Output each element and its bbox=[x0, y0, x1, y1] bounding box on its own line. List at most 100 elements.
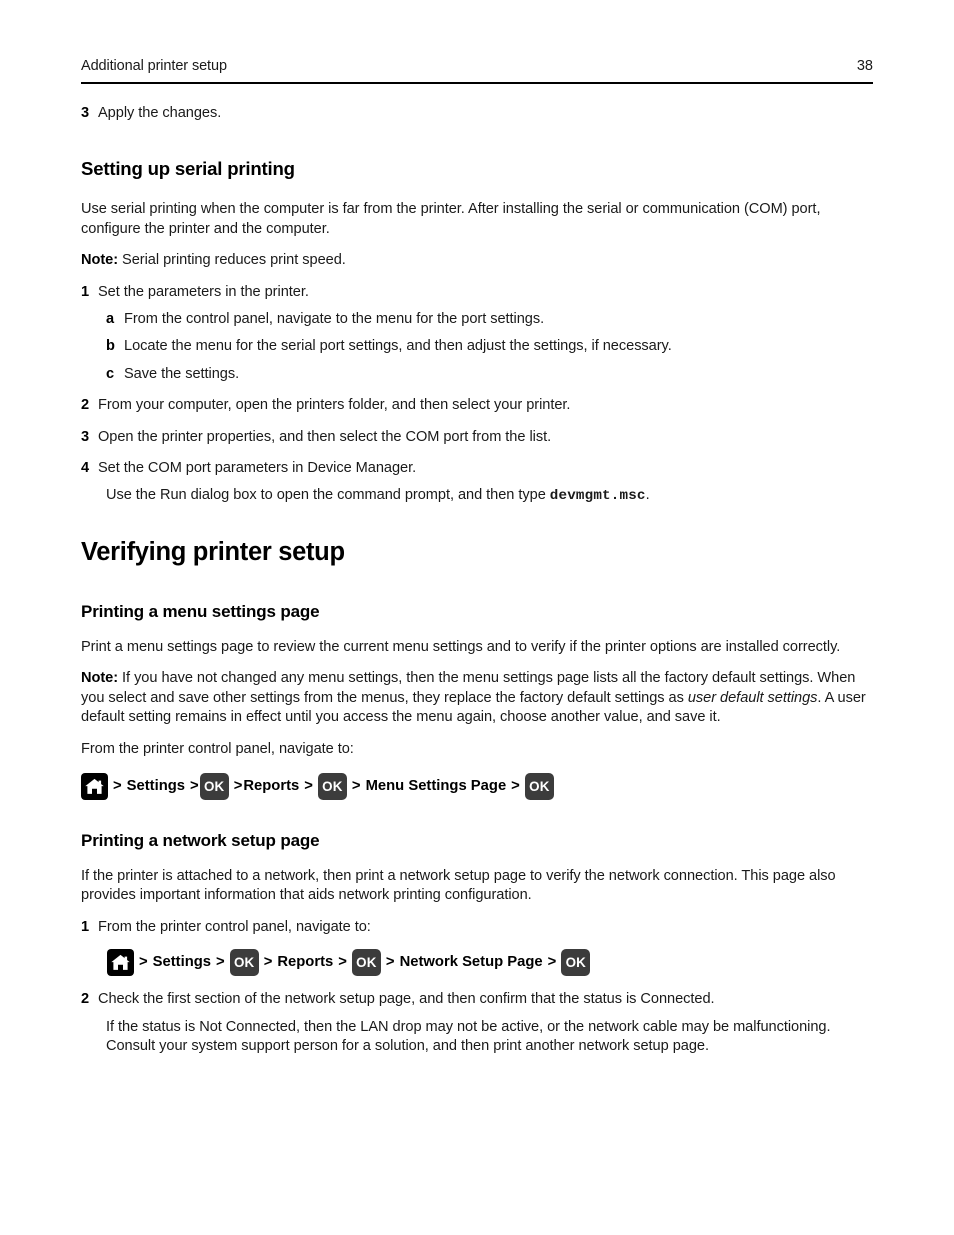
list-item-text: Apply the changes. bbox=[98, 105, 222, 121]
list-marker: 3 bbox=[81, 105, 90, 121]
list-marker: c bbox=[106, 365, 115, 382]
navigation-path-network-setup: > Settings > OK > Reports > OK > Network… bbox=[81, 949, 873, 977]
page-header: Additional printer setup 38 bbox=[81, 58, 873, 75]
home-icon[interactable] bbox=[81, 772, 108, 800]
ok-button[interactable]: OK bbox=[199, 772, 229, 800]
nav-separator: > bbox=[263, 954, 273, 971]
list-item-text: Check the first section of the network s… bbox=[98, 991, 715, 1008]
document-page: Additional printer setup 38 3 Apply the … bbox=[0, 0, 954, 1235]
ok-button[interactable]: OK bbox=[317, 772, 347, 800]
list-item: 3 Open the printer properties, and then … bbox=[81, 428, 873, 447]
nav-item-network-setup-page[interactable]: Network Setup Page bbox=[400, 955, 543, 970]
list-item-text: Save the settings. bbox=[124, 365, 240, 382]
nav-separator: > bbox=[233, 778, 243, 794]
run-dialog-period: . bbox=[645, 487, 650, 504]
ok-button[interactable]: OK bbox=[524, 772, 554, 800]
paragraph-run-dialog: Use the Run dialog box to open the comma… bbox=[81, 486, 873, 506]
ok-button[interactable]: OK bbox=[351, 949, 381, 977]
nav-separator: > bbox=[216, 954, 225, 971]
paragraph-network-setup-intro: If the printer is attached to a network,… bbox=[81, 867, 836, 904]
list-marker: 1 bbox=[81, 918, 90, 935]
list-marker: 1 bbox=[81, 283, 90, 300]
paragraph-serial-intro: Use serial printing when the computer is… bbox=[81, 201, 821, 237]
list-item: 4 Set the COM port parameters in Device … bbox=[81, 459, 873, 478]
list-marker: a bbox=[106, 311, 115, 328]
list-item: c Save the settings. bbox=[81, 365, 873, 384]
header-divider bbox=[81, 82, 873, 85]
nav-item-reports[interactable]: Reports bbox=[243, 779, 299, 794]
list-item: 2 From your computer, open the printers … bbox=[81, 396, 873, 415]
list-item-text: Locate the menu for the serial port sett… bbox=[124, 338, 672, 355]
paragraph-navigate-lead: From the printer control panel, navigate… bbox=[81, 740, 354, 757]
list-marker: b bbox=[106, 338, 115, 355]
note-text: Serial printing reduces print speed. bbox=[118, 252, 346, 269]
run-dialog-text: Use the Run dialog box to open the comma… bbox=[106, 487, 550, 504]
list-item: 2 Check the first section of the network… bbox=[81, 990, 873, 1009]
list-marker: 4 bbox=[81, 460, 90, 477]
note-label: Note: bbox=[81, 670, 119, 687]
header-page-number: 38 bbox=[856, 58, 873, 74]
nav-separator: > bbox=[304, 778, 313, 794]
section-heading-serial-printing: Setting up serial printing bbox=[81, 158, 295, 180]
page-content: 3 Apply the changes. Setting up serial p… bbox=[81, 104, 873, 1056]
header-section-title: Additional printer setup bbox=[81, 58, 227, 74]
list-marker: 2 bbox=[81, 991, 90, 1008]
ok-button[interactable]: OK bbox=[229, 949, 259, 977]
list-item: a From the control panel, navigate to th… bbox=[81, 310, 873, 329]
nav-separator: > bbox=[351, 778, 361, 794]
note-text-italic: user default settings bbox=[687, 689, 818, 706]
nav-separator: > bbox=[139, 954, 148, 971]
list-item: 1 From the printer control panel, naviga… bbox=[81, 918, 873, 937]
list-item-text: Open the printer properties, and then se… bbox=[98, 428, 552, 445]
section-heading-menu-settings-page: Printing a menu settings page bbox=[81, 601, 320, 621]
paragraph-serial-note: Note: Serial printing reduces print spee… bbox=[81, 251, 873, 270]
list-item-text: From the printer control panel, navigate… bbox=[98, 918, 371, 935]
list-item-text: Set the COM port parameters in Device Ma… bbox=[98, 460, 417, 477]
command-code: devmgmt.msc bbox=[549, 488, 646, 505]
list-item: b Locate the menu for the serial port se… bbox=[81, 337, 873, 356]
list-marker: 3 bbox=[81, 428, 90, 445]
nav-item-reports[interactable]: Reports bbox=[277, 955, 333, 970]
chapter-heading-verifying-printer-setup: Verifying printer setup bbox=[81, 537, 345, 566]
ok-button[interactable]: OK bbox=[561, 949, 591, 977]
paragraph-not-connected: If the status is Not Connected, then the… bbox=[106, 1018, 831, 1054]
navigation-path-menu-settings: > Settings > OK > Reports > OK > Menu Se… bbox=[81, 772, 873, 800]
nav-separator: > bbox=[547, 954, 557, 971]
nav-separator: > bbox=[511, 778, 520, 794]
nav-separator: > bbox=[385, 954, 395, 971]
note-label: Note: bbox=[81, 252, 119, 269]
paragraph-menu-settings-intro: Print a menu settings page to review the… bbox=[81, 638, 841, 655]
list-item: 3 Apply the changes. bbox=[81, 104, 873, 123]
list-item: 1 Set the parameters in the printer. bbox=[81, 283, 873, 302]
nav-item-menu-settings-page[interactable]: Menu Settings Page bbox=[366, 779, 507, 794]
nav-separator: > bbox=[338, 954, 347, 971]
nav-item-settings[interactable]: Settings bbox=[127, 779, 185, 794]
home-icon[interactable] bbox=[107, 949, 134, 977]
nav-item-settings[interactable]: Settings bbox=[153, 955, 211, 970]
paragraph-menu-settings-note: Note: If you have not changed any menu s… bbox=[81, 669, 873, 727]
list-item-text: From the control panel, navigate to the … bbox=[124, 311, 545, 328]
